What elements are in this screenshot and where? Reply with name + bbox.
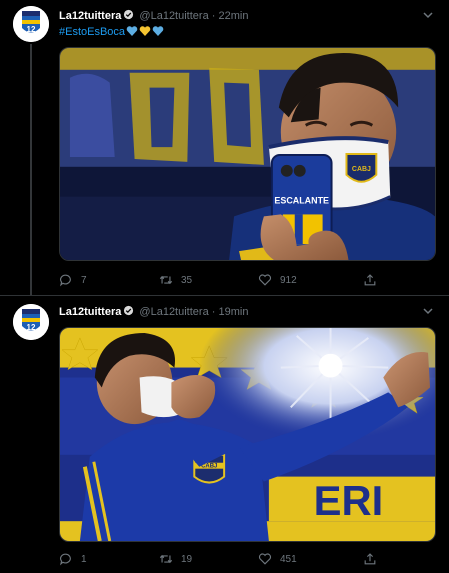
reply-icon [60,553,71,566]
display-name[interactable]: La12tuittera [59,306,121,318]
heart-icon [258,553,272,565]
photo-player-kiss-crest: ERI CABJ [60,328,435,541]
separator: · [211,306,216,318]
avatar-text: 12 [27,25,36,34]
retweet-count: 35 [181,274,193,286]
banner-text: ERI [314,477,384,524]
handle[interactable]: @La12tuittera [139,10,208,22]
avatar-text: 12 [27,323,36,332]
tweet[interactable]: 12 La12tuittera @La12tuittera · 22min #E… [0,0,449,296]
mask-crest-text: CABJ [352,166,371,173]
tweet[interactable]: 12 La12tuittera @La12tuittera · 19min ER… [0,296,449,573]
share-button[interactable] [363,272,377,288]
reply-count: 1 [81,553,87,565]
la12-logo-icon: 12 [13,6,49,42]
like-count: 912 [280,274,297,286]
photo-player-selfie: CABJ ESCALANTE [60,48,435,260]
emoji-group [126,25,164,37]
more-options-icon[interactable] [421,11,435,21]
tweet-header: La12tuittera @La12tuittera · 19min [59,305,248,319]
share-icon [364,553,376,565]
heart-icon [258,274,272,286]
tweet-photo[interactable]: ERI CABJ [59,327,436,542]
hashtag-link[interactable]: #EstoEsBoca [59,26,125,38]
tweet-text: #EstoEsBoca [59,25,164,39]
share-button[interactable] [363,551,377,567]
phone-case-text: ESCALANTE [274,196,329,206]
handle[interactable]: @La12tuittera [139,306,208,318]
timestamp[interactable]: 19min [218,306,248,318]
separator: · [211,10,216,22]
share-icon [364,274,376,286]
retweet-button[interactable]: 35 [159,272,192,288]
reply-button[interactable]: 7 [59,272,87,288]
retweet-count: 19 [181,553,193,565]
yellow-heart-icon [139,26,151,36]
avatar[interactable]: 12 [13,304,49,340]
display-name[interactable]: La12tuittera [59,10,121,22]
retweet-button[interactable]: 19 [159,551,192,567]
like-button[interactable]: 912 [258,272,297,288]
verified-icon [124,305,134,316]
crest-text: CABJ [201,464,217,470]
timestamp[interactable]: 22min [218,10,248,22]
reply-button[interactable]: 1 [59,551,87,567]
retweet-icon [159,275,173,285]
reply-count: 7 [81,274,87,286]
retweet-icon [159,554,173,564]
like-button[interactable]: 451 [258,551,297,567]
more-options-icon[interactable] [421,307,435,317]
blue-heart-icon [152,26,164,36]
avatar[interactable]: 12 [13,6,49,42]
la12-logo-icon: 12 [13,304,49,340]
tweet-actions: 1 19 451 [59,551,436,567]
reply-icon [60,274,71,287]
verified-icon [124,9,134,20]
like-count: 451 [280,553,297,565]
thread-line [30,44,32,295]
tweet-header: La12tuittera @La12tuittera · 22min [59,9,248,23]
blue-heart-icon [126,26,138,36]
tweet-actions: 7 35 912 [59,272,436,288]
tweet-photo[interactable]: CABJ ESCALANTE [59,47,436,261]
